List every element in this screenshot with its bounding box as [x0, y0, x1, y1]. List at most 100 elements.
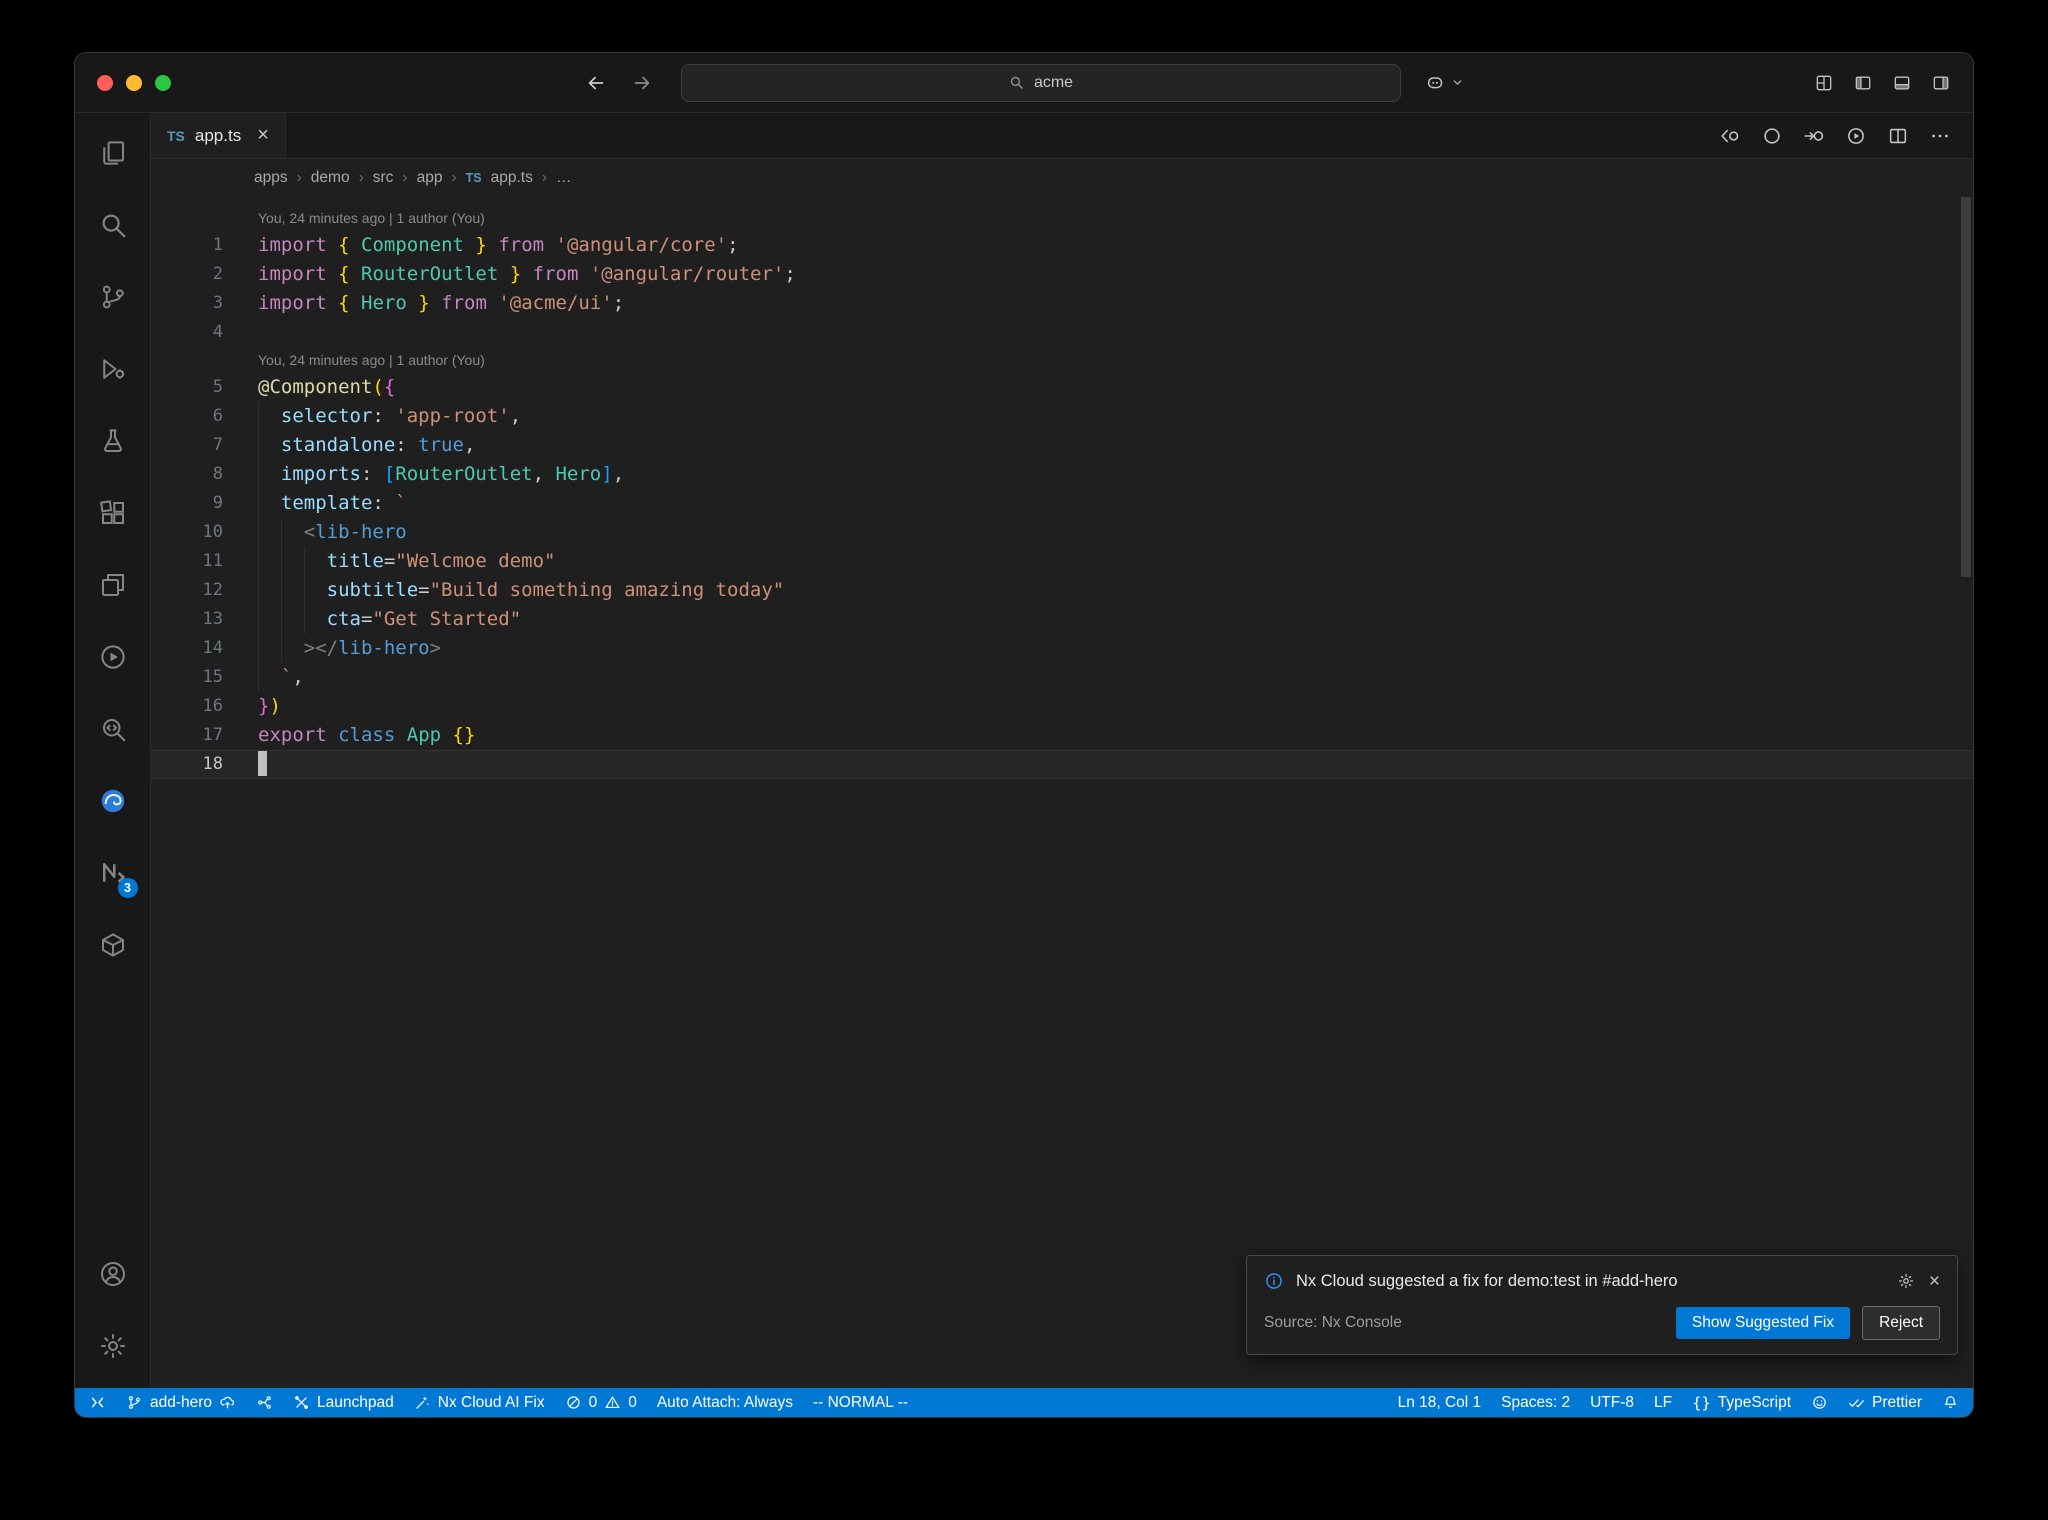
- line-number: 1: [212, 235, 223, 255]
- code-line-10[interactable]: 10 <lib-hero: [151, 518, 1973, 547]
- breadcrumb-item[interactable]: src: [373, 169, 394, 187]
- remote-indicator[interactable]: [79, 1388, 116, 1417]
- run-target-icon[interactable]: [1845, 125, 1867, 147]
- codelens-row[interactable]: You, 24 minutes ago | 1 author (You): [151, 347, 1973, 373]
- git-branch-status[interactable]: add-hero: [116, 1388, 246, 1417]
- code-line-15[interactable]: 15 `,: [151, 663, 1973, 692]
- line-content: }): [258, 695, 281, 717]
- codelens-row[interactable]: You, 24 minutes ago | 1 author (You): [151, 205, 1973, 231]
- notification-source: Source: Nx Console: [1264, 1314, 1402, 1331]
- customize-layout-icon[interactable]: [1814, 73, 1834, 93]
- breadcrumb-item[interactable]: demo: [311, 169, 350, 187]
- activity-bar-item-run-debug[interactable]: [75, 333, 151, 405]
- notifications-button[interactable]: [1932, 1388, 1969, 1417]
- chevron-right-icon: ›: [402, 169, 408, 186]
- feedback-button[interactable]: [1801, 1388, 1838, 1417]
- navigate-back-icon[interactable]: [585, 72, 607, 94]
- code-line-5[interactable]: 5 @Component({: [151, 373, 1973, 402]
- indent-guide: [258, 518, 259, 547]
- cube-icon: [101, 933, 124, 957]
- vim-mode-indicator[interactable]: -- NORMAL --: [803, 1388, 918, 1417]
- cursor-position-status[interactable]: Ln 18, Col 1: [1388, 1388, 1492, 1417]
- minimize-window-button[interactable]: [126, 74, 142, 91]
- indent-guide: [258, 431, 259, 460]
- editor-scrollbar[interactable]: [1959, 197, 1973, 1388]
- encoding-status[interactable]: UTF-8: [1580, 1388, 1644, 1417]
- auto-attach-status[interactable]: Auto Attach: Always: [647, 1388, 803, 1417]
- indent-guide: [258, 605, 259, 634]
- line-content: [258, 318, 1973, 347]
- code-line-11[interactable]: 11 title="Welcmoe demo": [151, 547, 1973, 576]
- show-suggested-fix-button[interactable]: Show Suggested Fix: [1675, 1307, 1851, 1339]
- code-line-9[interactable]: 9 template: `: [151, 489, 1973, 518]
- code-line-18[interactable]: 18: [151, 750, 1973, 779]
- code-line-1[interactable]: 1 import { Component } from '@angular/cor…: [151, 231, 1973, 260]
- activity-bar-item-testing[interactable]: [75, 405, 151, 477]
- git-graph-button[interactable]: [246, 1388, 283, 1417]
- code-line-17[interactable]: 17 export class App {}: [151, 721, 1973, 750]
- code-line-3[interactable]: 3 import { Hero } from '@acme/ui';: [151, 289, 1973, 318]
- wand-icon: [415, 1396, 429, 1409]
- indentation-status[interactable]: Spaces: 2: [1491, 1388, 1580, 1417]
- command-center-search[interactable]: acme: [680, 63, 1401, 102]
- edge-devtools-icon: [101, 789, 124, 813]
- problems-status[interactable]: 0 0: [555, 1388, 647, 1417]
- toggle-primary-sidebar-icon[interactable]: [1853, 73, 1873, 93]
- activity-bar-item-extensions[interactable]: [75, 477, 151, 549]
- code-line-4[interactable]: 4: [151, 318, 1973, 347]
- code-line-7[interactable]: 7 standalone: true,: [151, 431, 1973, 460]
- scrollbar-thumb[interactable]: [1961, 197, 1971, 577]
- nx-cloud-fix-button[interactable]: Nx Cloud AI Fix: [404, 1388, 555, 1417]
- code-line-2[interactable]: 2 import { RouterOutlet } from '@angular/…: [151, 260, 1973, 289]
- breadcrumb-item[interactable]: app: [417, 169, 443, 187]
- code-line-12[interactable]: 12 subtitle="Build something amazing tod…: [151, 576, 1973, 605]
- more-actions-icon[interactable]: [1929, 125, 1951, 147]
- code-line-14[interactable]: 14 ></lib-hero>: [151, 634, 1973, 663]
- activity-bar-item-nx-console[interactable]: 3: [75, 837, 151, 909]
- formatter-status[interactable]: Prettier: [1838, 1388, 1932, 1417]
- toggle-panel-icon[interactable]: [1892, 73, 1912, 93]
- close-window-button[interactable]: [97, 74, 113, 91]
- activity-bar-item-search[interactable]: [75, 189, 151, 261]
- activity-bar-item-task-runner[interactable]: [75, 621, 151, 693]
- navigate-forward-icon[interactable]: [631, 72, 653, 94]
- language-mode-status[interactable]: {} TypeScript: [1682, 1388, 1801, 1417]
- activity-bar-item-edge-devtools[interactable]: [75, 765, 151, 837]
- code-line-13[interactable]: 13 cta="Get Started": [151, 605, 1973, 634]
- split-editor-icon[interactable]: [1887, 125, 1909, 147]
- indent-guide: [258, 489, 259, 518]
- maximize-window-button[interactable]: [155, 74, 171, 91]
- code-line-6[interactable]: 6 selector: 'app-root',: [151, 402, 1973, 431]
- activity-bar-item-containers[interactable]: [75, 909, 151, 981]
- activity-bar-item-settings[interactable]: [75, 1310, 151, 1382]
- chevron-right-icon: ›: [296, 169, 302, 186]
- tab-app-ts[interactable]: TS app.ts ×: [151, 113, 286, 158]
- activity-bar-item-explorer[interactable]: [75, 117, 151, 189]
- copilot-menu-button[interactable]: [1425, 72, 1464, 94]
- activity-bar-item-code-search[interactable]: [75, 693, 151, 765]
- code-editor[interactable]: You, 24 minutes ago | 1 author (You) 1 imp…: [151, 197, 1973, 1388]
- activity-bar-item-remote-explorer[interactable]: [75, 549, 151, 621]
- line-number: 13: [202, 609, 223, 629]
- circle-outline-icon[interactable]: [1761, 125, 1783, 147]
- activity-bar-item-accounts[interactable]: [75, 1238, 151, 1310]
- breadcrumb-item[interactable]: app.ts: [491, 169, 533, 187]
- code-line-8[interactable]: 8 imports: [RouterOutlet, Hero],: [151, 460, 1973, 489]
- breadcrumb-item[interactable]: …: [556, 169, 572, 187]
- activity-bar-item-source-control[interactable]: [75, 261, 151, 333]
- line-content: imports: [RouterOutlet, Hero],: [258, 460, 1973, 489]
- code-line-16[interactable]: 16}): [151, 692, 1973, 721]
- formatter-label: Prettier: [1872, 1393, 1922, 1411]
- line-number: [151, 205, 223, 231]
- notification-settings-gear-icon[interactable]: [1897, 1272, 1915, 1290]
- arrow-circle-icon[interactable]: [1803, 125, 1825, 147]
- launchpad-button[interactable]: Launchpad: [283, 1388, 404, 1417]
- notification-close-icon[interactable]: ×: [1929, 1272, 1940, 1291]
- breadcrumb-item[interactable]: apps: [254, 169, 288, 187]
- close-tab-icon[interactable]: ×: [257, 124, 269, 147]
- toggle-secondary-sidebar-icon[interactable]: [1931, 73, 1951, 93]
- open-changes-icon[interactable]: [1719, 125, 1741, 147]
- extensions-icon: [99, 500, 124, 524]
- reject-button[interactable]: Reject: [1862, 1306, 1940, 1340]
- eol-status[interactable]: LF: [1644, 1388, 1682, 1417]
